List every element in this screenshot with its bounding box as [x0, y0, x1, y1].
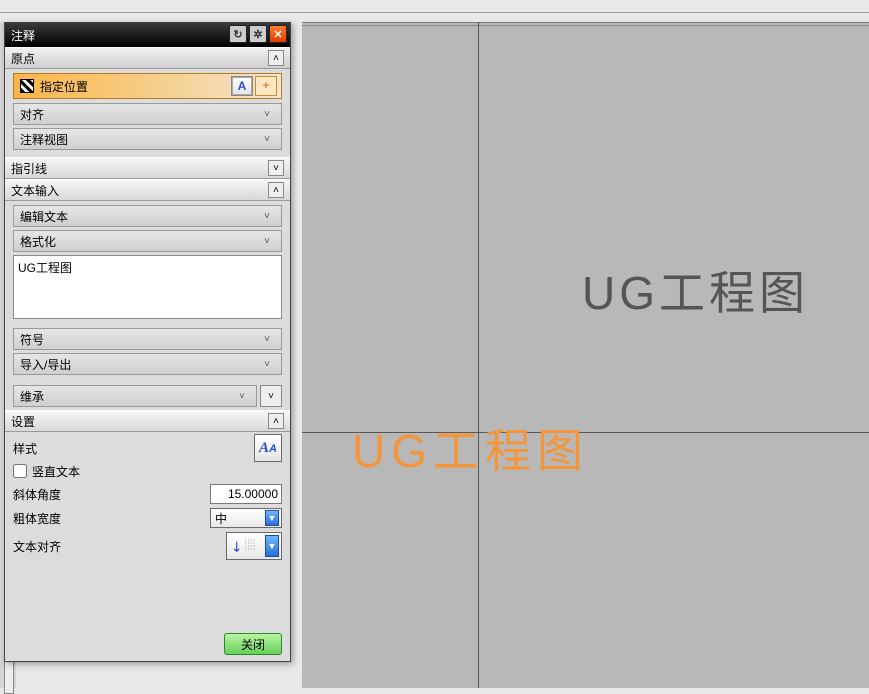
chevron-down-icon: ˅ — [259, 331, 275, 347]
symbols-label: 符号 — [20, 331, 44, 348]
annotation-view-row[interactable]: 注释视图 ˅ — [13, 128, 282, 150]
add-point-icon[interactable]: + — [255, 76, 277, 96]
align-label: 对齐 — [20, 106, 44, 123]
bold-width-label: 粗体宽度 — [13, 510, 61, 527]
chevron-down-icon: ˅ — [259, 233, 275, 249]
dialog-title: 注释 — [11, 27, 35, 44]
style-label: 样式 — [13, 440, 37, 457]
vertical-text-checkbox[interactable] — [13, 464, 27, 478]
inherit-row[interactable]: 维承 ˅ — [13, 385, 257, 407]
formatting-row[interactable]: 格式化 ˅ — [13, 230, 282, 252]
section-origin-header[interactable]: 原点 ˄ — [5, 47, 290, 69]
chevron-down-icon: ˅ — [234, 388, 250, 404]
dropdown-arrow-icon: ▼ — [265, 535, 279, 557]
drawing-canvas[interactable]: UG工程图 UG工程图 — [302, 22, 869, 688]
text-align-select[interactable]: ↘ ∷∷∷∷ ▼ — [226, 532, 282, 560]
formatting-label: 格式化 — [20, 233, 56, 250]
annotation-text-input[interactable] — [13, 255, 282, 319]
section-leader-label: 指引线 — [11, 160, 47, 177]
text-grid-icon: ∷∷∷∷ — [245, 540, 256, 552]
chevron-down-icon[interactable]: ˅ — [268, 160, 284, 176]
italic-angle-label: 斜体角度 — [13, 486, 61, 503]
style-aa-icon: AA — [259, 440, 277, 457]
crosshair-vertical — [478, 22, 479, 688]
inherit-label: 维承 — [20, 388, 44, 405]
arrow-icon: ↘ — [227, 536, 247, 556]
section-origin-label: 原点 — [11, 50, 35, 67]
close-button[interactable]: 关闭 — [224, 633, 282, 655]
section-text-input-label: 文本输入 — [11, 182, 59, 199]
chevron-down-icon: ˅ — [259, 131, 275, 147]
vertical-text-row: 竖直文本 — [13, 460, 282, 482]
gear-icon[interactable]: ✲ — [249, 25, 267, 43]
section-settings-label: 设置 — [11, 413, 35, 430]
annotation-dialog: 注释 ↻ ✲ ✕ 原点 ˄ 指定位置 A + 对齐 ˅ 注释视图 ˅ 指引 — [4, 22, 291, 662]
canvas-text-preview[interactable]: UG工程图 — [352, 415, 589, 481]
dialog-titlebar[interactable]: 注释 ↻ ✲ ✕ — [5, 23, 290, 47]
vertical-text-label: 竖直文本 — [32, 463, 80, 480]
chevron-down-icon: ˅ — [259, 208, 275, 224]
style-button[interactable]: AA — [254, 434, 282, 462]
chevron-down-icon: ˅ — [259, 106, 275, 122]
section-settings-header[interactable]: 设置 ˄ — [5, 410, 290, 432]
edit-text-label: 编辑文本 — [20, 208, 68, 225]
reset-icon[interactable]: ↻ — [229, 25, 247, 43]
section-leader-header[interactable]: 指引线 ˅ — [5, 157, 290, 179]
align-row[interactable]: 对齐 ˅ — [13, 103, 282, 125]
dropdown-arrow-icon: ▼ — [265, 510, 279, 526]
section-text-input-header[interactable]: 文本输入 ˄ — [5, 179, 290, 201]
import-export-label: 导入/导出 — [20, 356, 71, 373]
chevron-up-icon[interactable]: ˄ — [268, 50, 284, 66]
chevron-up-icon[interactable]: ˄ — [268, 413, 284, 429]
close-icon[interactable]: ✕ — [269, 25, 287, 43]
checker-flag-icon — [20, 79, 34, 93]
chevron-up-icon[interactable]: ˄ — [268, 182, 284, 198]
annotation-view-label: 注释视图 — [20, 131, 68, 148]
edit-text-row[interactable]: 编辑文本 ˅ — [13, 205, 282, 227]
specify-location-label: 指定位置 — [40, 78, 88, 95]
bold-width-value: 中 — [215, 510, 227, 527]
chevron-down-icon: ˅ — [259, 356, 275, 372]
italic-angle-input[interactable] — [210, 484, 282, 504]
canvas-text-outline[interactable]: UG工程图 — [582, 257, 809, 323]
inherit-expand-button[interactable]: ˅ — [260, 385, 282, 407]
specify-location-row[interactable]: 指定位置 A + — [13, 73, 282, 99]
text-frame-icon[interactable]: A — [231, 76, 253, 96]
import-export-row[interactable]: 导入/导出 ˅ — [13, 353, 282, 375]
text-align-label: 文本对齐 — [13, 538, 61, 555]
symbols-row[interactable]: 符号 ˅ — [13, 328, 282, 350]
bold-width-select[interactable]: 中 ▼ — [210, 508, 282, 528]
